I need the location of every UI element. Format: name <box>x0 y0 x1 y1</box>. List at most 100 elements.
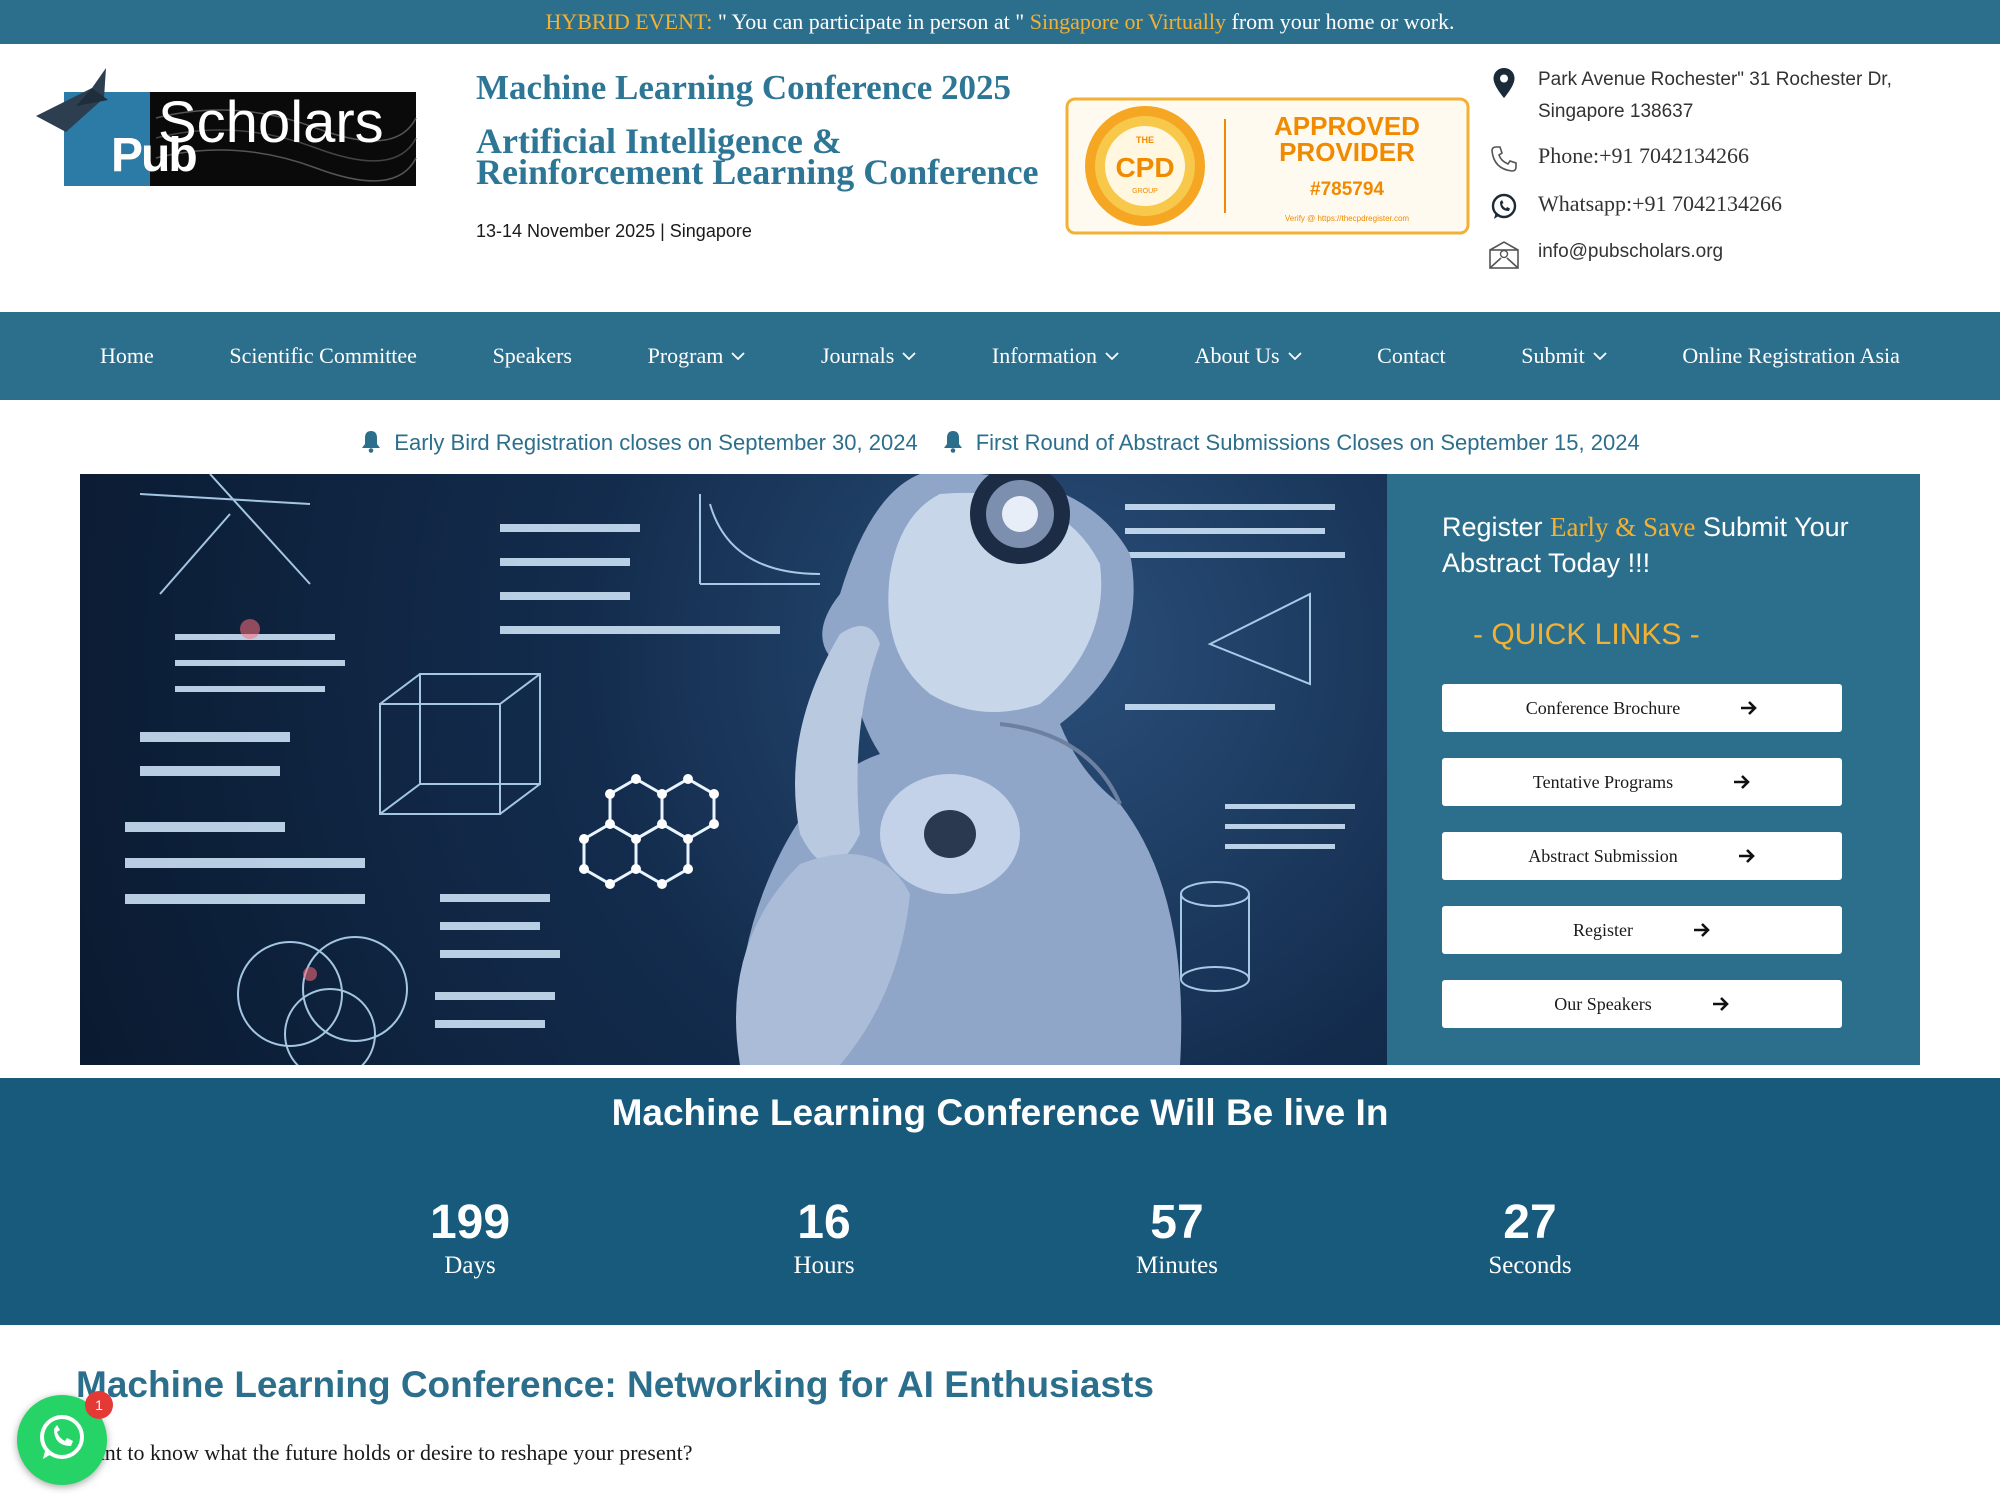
conference-brochure-button[interactable]: Conference Brochure <box>1442 684 1842 732</box>
phone-row[interactable]: Phone:+91 7042134266 <box>1484 140 1954 176</box>
nav-label: Online Registration Asia <box>1682 343 1900 368</box>
arrow-right-icon <box>1712 996 1730 1012</box>
days-value: 199 <box>429 1196 511 1249</box>
chevron-down-icon <box>902 351 916 361</box>
site-header: Scholars Pub Machine Learning Conference… <box>0 44 2000 312</box>
button-label: Abstract Submission <box>1528 845 1678 866</box>
countdown-hours: 16 Hours <box>724 1195 924 1281</box>
chevron-down-icon <box>1287 351 1302 361</box>
svg-text:Verify @ https://thecpdregiste: Verify @ https://thecpdregister.com <box>1285 214 1410 223</box>
register-button[interactable]: Register <box>1442 906 1842 954</box>
nav-about-us[interactable]: About Us <box>1195 343 1302 369</box>
nav-label: Scientific Committee <box>229 343 417 368</box>
phone-text[interactable]: Phone:+91 7042134266 <box>1538 140 1749 172</box>
nav-journals[interactable]: Journals <box>821 343 916 369</box>
notice-text: First Round of Abstract Submissions Clos… <box>975 430 1640 455</box>
button-label: Our Speakers <box>1554 993 1652 1014</box>
svg-text:CPD: CPD <box>1115 152 1174 183</box>
hybrid-event-banner: HYBRID EVENT: " You can participate in p… <box>0 0 2000 44</box>
whatsapp-icon <box>35 1411 89 1470</box>
intro-paragraph: Want to know what the future holds or de… <box>76 1440 693 1465</box>
whatsapp-chat-button[interactable]: 1 <box>17 1391 113 1485</box>
intro-heading: Machine Learning Conference: Networking … <box>76 1364 1154 1405</box>
svg-text:GROUP: GROUP <box>1132 188 1158 195</box>
hours-label: Hours <box>793 1252 855 1279</box>
register-promo: Register Early & Save Submit Your Abstra… <box>1442 509 1902 581</box>
main-navigation: Home Scientific Committee Speakers Progr… <box>0 312 2000 400</box>
nav-label: Information <box>991 343 1097 368</box>
notice-text: Early Bird Registration closes on Septem… <box>394 430 918 455</box>
countdown-days: 199 Days <box>370 1195 570 1281</box>
nav-label: Program <box>647 343 724 368</box>
nav-information[interactable]: Information <box>992 343 1119 369</box>
address-text: Park Avenue Rochester" 31 Rochester Dr, … <box>1538 69 1892 122</box>
notification-badge: 1 <box>85 1391 113 1419</box>
quick-links-title: - QUICK LINKS - <box>1473 618 1700 651</box>
email-row[interactable]: info@pubscholars.org <box>1484 236 1954 272</box>
logo-letters: Pub <box>111 129 198 182</box>
nav-submit[interactable]: Submit <box>1521 343 1607 369</box>
tentative-programs-button[interactable]: Tentative Programs <box>1442 758 1842 806</box>
chevron-down-icon <box>1593 351 1607 361</box>
arrow-right-icon <box>1733 774 1751 790</box>
button-label: Conference Brochure <box>1525 697 1681 718</box>
whatsapp-icon <box>1484 190 1524 224</box>
minutes-value: 57 <box>1150 1196 1204 1249</box>
map-pin-icon <box>1484 66 1524 100</box>
contact-info: Park Avenue Rochester" 31 Rochester Dr, … <box>1484 64 1954 284</box>
nav-label: Home <box>100 343 154 368</box>
nav-label: Journals <box>820 343 895 368</box>
chevron-down-icon <box>1105 351 1119 361</box>
svg-text:PROVIDER: PROVIDER <box>1279 137 1415 167</box>
our-speakers-button[interactable]: Our Speakers <box>1442 980 1842 1028</box>
promo-highlight: Early & Save <box>1550 512 1696 542</box>
button-label: Register <box>1573 919 1633 940</box>
notice-early-bird[interactable]: Early Bird Registration closes on Septem… <box>360 429 918 458</box>
conference-subtitle: Artificial Intelligence & Reinforcement … <box>476 121 1039 192</box>
button-label: Tentative Programs <box>1532 771 1674 792</box>
nav-label: Submit <box>1521 343 1585 368</box>
deadline-notices: Early Bird Registration closes on Septem… <box>0 418 2000 468</box>
arrow-right-icon <box>1738 848 1756 864</box>
countdown-seconds: 27 Seconds <box>1430 1195 1630 1281</box>
minutes-label: Minutes <box>1136 1252 1218 1279</box>
svg-text:#785794: #785794 <box>1310 179 1384 200</box>
nav-program[interactable]: Program <box>648 343 746 369</box>
nav-scientific-committee[interactable]: Scientific Committee <box>229 343 417 369</box>
whatsapp-row[interactable]: Whatsapp:+91 7042134266 <box>1484 188 1954 224</box>
quick-links-panel: Register Early & Save Submit Your Abstra… <box>1387 474 1920 1065</box>
conference-date: 13-14 November 2025 | Singapore <box>476 221 752 241</box>
hero-banner-image <box>80 474 1387 1065</box>
nav-home[interactable]: Home <box>100 343 154 369</box>
nav-label: Speakers <box>492 343 572 368</box>
arrow-right-icon <box>1740 700 1758 716</box>
cpd-approved-provider-badge: THE CPD GROUP APPROVED PROVIDER #785794 … <box>1065 97 1470 235</box>
nav-label: About Us <box>1194 343 1280 368</box>
notice-abstract-submissions[interactable]: First Round of Abstract Submissions Clos… <box>942 429 1640 458</box>
hybrid-event-text: " You can participate in person at " <box>712 9 1030 34</box>
mail-icon <box>1484 238 1524 272</box>
nav-online-registration-asia[interactable]: Online Registration Asia <box>1682 343 1900 369</box>
abstract-submission-button[interactable]: Abstract Submission <box>1442 832 1842 880</box>
hybrid-event-label: HYBRID EVENT: <box>545 9 713 34</box>
phone-icon <box>1484 142 1524 176</box>
countdown-section: Machine Learning Conference Will Be live… <box>0 1078 2000 1325</box>
whatsapp-text[interactable]: Whatsapp:+91 7042134266 <box>1538 188 1782 220</box>
days-label: Days <box>444 1252 496 1279</box>
countdown-title: Machine Learning Conference Will Be live… <box>611 1092 1389 1133</box>
nav-label: Contact <box>1377 343 1446 368</box>
bell-icon <box>360 429 382 458</box>
nav-speakers[interactable]: Speakers <box>493 343 572 369</box>
pubscholars-logo[interactable]: Scholars Pub <box>36 58 438 190</box>
email-text[interactable]: info@pubscholars.org <box>1538 236 1723 268</box>
svg-text:THE: THE <box>1136 135 1154 145</box>
address-row: Park Avenue Rochester" 31 Rochester Dr, … <box>1484 64 1954 128</box>
bell-icon <box>942 429 964 458</box>
nav-contact[interactable]: Contact <box>1377 343 1445 369</box>
arrow-right-icon <box>1693 922 1711 938</box>
hybrid-event-text-end: from your home or work. <box>1226 9 1455 34</box>
hours-value: 16 <box>797 1196 851 1249</box>
chevron-down-icon <box>731 351 745 361</box>
promo-text: Register <box>1442 512 1551 542</box>
hybrid-event-highlight: Singapore or Virtually <box>1029 9 1227 34</box>
